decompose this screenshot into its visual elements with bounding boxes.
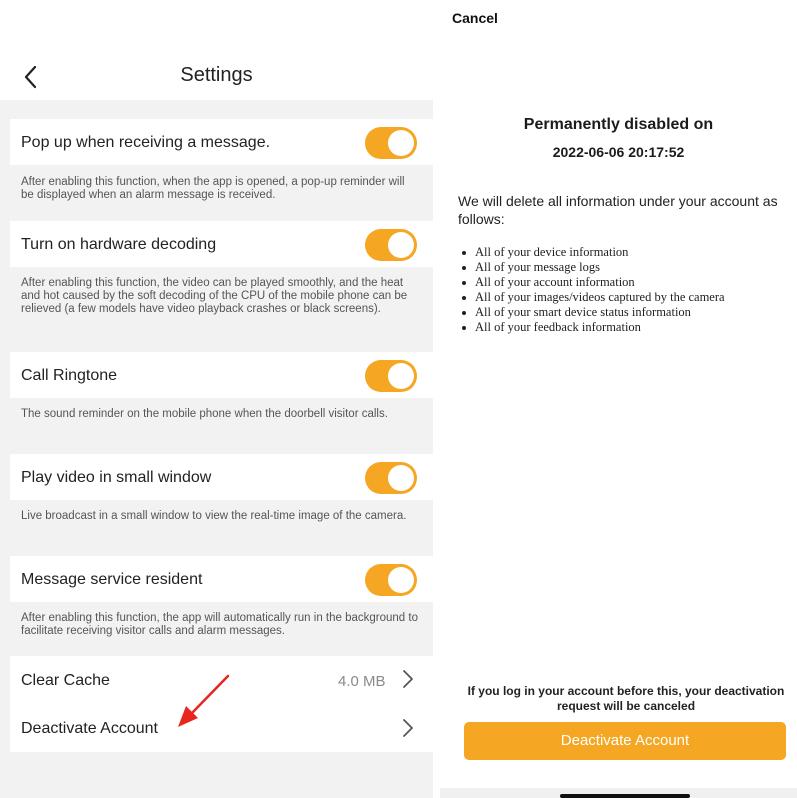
setting-row-hardware-decoding: Turn on hardware decoding — [10, 221, 433, 267]
list-item: All of your account information — [458, 275, 797, 290]
clear-cache-label: Clear Cache — [21, 672, 110, 689]
clear-cache-row[interactable]: Clear Cache 4.0 MB — [10, 656, 433, 704]
list-item: All of your images/videos captured by th… — [458, 290, 797, 305]
setting-description: The sound reminder on the mobile phone w… — [21, 408, 388, 420]
message-service-toggle[interactable] — [365, 564, 417, 596]
setting-label: Message service resident — [21, 571, 203, 588]
setting-label: Call Ringtone — [21, 367, 118, 384]
setting-description: After enabling this function, when the a… — [21, 176, 405, 201]
list-item: All of your feedback information — [458, 320, 797, 335]
setting-row-call-ringtone: Call Ringtone — [10, 352, 433, 398]
call-ringtone-toggle[interactable] — [365, 360, 417, 392]
setting-label: Pop up when receiving a message. — [21, 134, 271, 151]
settings-panel: Settings Pop up when receiving a message… — [0, 0, 433, 798]
toggle-knob — [388, 232, 414, 258]
deactivate-account-button[interactable]: Deactivate Account — [464, 722, 786, 760]
page-title: Settings — [180, 64, 253, 86]
list-item: All of your device information — [458, 245, 797, 260]
list-item: All of your message logs — [458, 260, 797, 275]
deactivate-account-row[interactable]: Deactivate Account — [10, 704, 433, 752]
cache-size: 4.0 MB — [338, 673, 386, 690]
setting-description: After enabling this function, the video … — [21, 277, 408, 315]
deletion-intro: We will delete all information under you… — [458, 193, 778, 227]
popup-toggle[interactable] — [365, 127, 417, 159]
setting-description: After enabling this function, the app wi… — [21, 612, 418, 637]
toggle-knob — [388, 130, 414, 156]
toggle-knob — [388, 363, 414, 389]
deactivation-date: 2022-06-06 20:17:52 — [552, 144, 685, 160]
settings-header: Settings — [0, 0, 433, 100]
deletion-list: All of your device information All of yo… — [458, 245, 797, 335]
hardware-decoding-toggle[interactable] — [365, 229, 417, 261]
deactivate-account-label: Deactivate Account — [21, 720, 158, 737]
deactivation-title: Permanently disabled on — [523, 116, 714, 133]
small-window-toggle[interactable] — [365, 462, 417, 494]
cancellation-note: If you log in your account before this, … — [467, 684, 785, 713]
setting-row-small-window: Play video in small window — [10, 454, 433, 500]
setting-row-popup: Pop up when receiving a message. — [10, 119, 433, 165]
toggle-knob — [388, 567, 414, 593]
toggle-knob — [388, 465, 414, 491]
setting-row-message-service: Message service resident — [10, 556, 433, 602]
setting-label: Turn on hardware decoding — [21, 236, 217, 253]
chevron-right-icon — [403, 670, 413, 688]
home-indicator — [560, 794, 690, 798]
chevron-right-icon — [403, 719, 413, 737]
list-item: All of your smart device status informat… — [458, 305, 797, 320]
setting-label: Play video in small window — [21, 469, 212, 486]
setting-description: Live broadcast in a small window to view… — [21, 510, 407, 522]
cancel-button[interactable]: Cancel — [452, 10, 498, 26]
